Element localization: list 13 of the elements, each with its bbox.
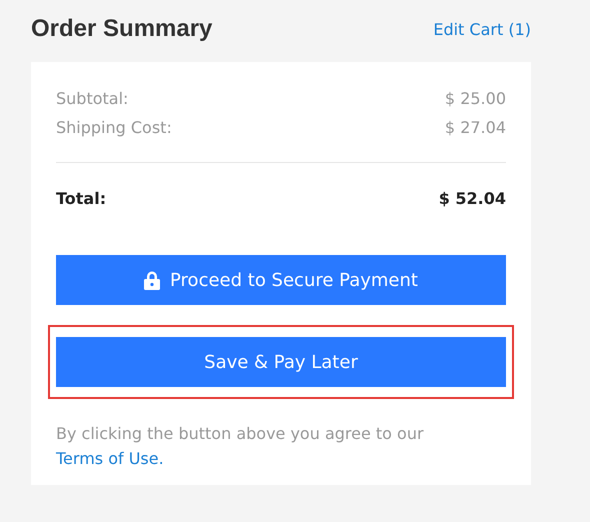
lock-icon xyxy=(144,270,160,290)
line-amount: $ 27.04 xyxy=(444,117,506,139)
line-label: Subtotal: xyxy=(56,88,128,110)
edit-cart-link[interactable]: Edit Cart (1) xyxy=(433,20,531,38)
payment-button[interactable]: Proceed to Secure Payment xyxy=(56,255,506,305)
line-amount: $ 25.00 xyxy=(444,88,506,110)
total-amount: $ 52.04 xyxy=(438,188,506,210)
agreement-text: By clicking the button above you agree to our Terms of Use. xyxy=(56,423,425,470)
terms-link[interactable]: Terms of Use. xyxy=(56,449,164,468)
line-label: Shipping Cost: xyxy=(56,117,172,139)
total-label: Total: xyxy=(56,188,106,210)
summary-title: Order Summary xyxy=(31,15,212,43)
save-button[interactable]: Save & Pay Later xyxy=(56,337,506,387)
